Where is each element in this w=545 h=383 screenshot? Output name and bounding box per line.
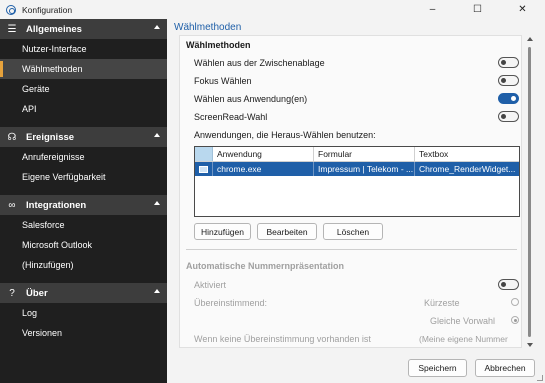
save-button[interactable]: Speichern bbox=[408, 359, 467, 377]
column-header-select[interactable] bbox=[195, 147, 213, 161]
sidebar-item-geraete[interactable]: Geräte bbox=[0, 79, 167, 99]
page-title: Wählmethoden bbox=[174, 22, 242, 33]
sidebar-item-waehlmethoden[interactable]: Wählmethoden bbox=[0, 59, 167, 79]
cancel-button[interactable]: Abbrechen bbox=[475, 359, 535, 377]
option-label-fokus: Fokus Wählen bbox=[194, 76, 252, 86]
option-label-zwischenablage: Wählen aus der Zwischenablage bbox=[194, 58, 325, 68]
option-label-aktiviert: Aktiviert bbox=[194, 280, 227, 290]
window-icon bbox=[199, 165, 208, 173]
cell-textbox: Chrome_RenderWidget... bbox=[419, 164, 516, 174]
scroll-up-icon[interactable] bbox=[527, 37, 533, 41]
cell-app: chrome.exe bbox=[213, 162, 314, 176]
app-gear-icon bbox=[6, 4, 16, 15]
radio-kuerzeste[interactable] bbox=[511, 298, 519, 306]
no-match-label: Wenn keine Übereinstimmung vorhanden ist bbox=[194, 334, 371, 344]
option-label-screenread: ScreenRead-Wahl bbox=[194, 112, 268, 122]
title-bar: Konfiguration – ☐ ✕ bbox=[0, 0, 545, 19]
link-icon: ∞ bbox=[8, 199, 16, 211]
sidebar-item-anrufereignisse[interactable]: Anrufereignisse bbox=[0, 147, 167, 167]
scroll-down-icon[interactable] bbox=[527, 343, 533, 347]
sidebar-item-api[interactable]: API bbox=[0, 99, 167, 119]
sidebar-section-ueber[interactable]: ? Über bbox=[0, 283, 167, 303]
sidebar: ☰ Allgemeines Nutzer-Interface Wählmetho… bbox=[0, 19, 167, 383]
applications-table: Anwendung Formular Textbox chrome.exe Im… bbox=[194, 146, 520, 217]
delete-button[interactable]: Löschen bbox=[323, 223, 383, 240]
sidebar-section-allgemeines[interactable]: ☰ Allgemeines bbox=[0, 19, 167, 39]
no-match-select[interactable]: (Meine eigene Nummer bbox=[419, 334, 508, 347]
settings-panel: Wählmethoden Wählen aus der Zwischenabla… bbox=[179, 35, 522, 348]
sidebar-item-log[interactable]: Log bbox=[0, 303, 167, 323]
table-row[interactable]: chrome.exe Impressum | Telekom - ... Chr… bbox=[195, 162, 519, 176]
apps-label: Anwendungen, die Heraus-Wählen benutzen: bbox=[194, 130, 376, 140]
radio-label-gleiche-vorwahl: Gleiche Vorwahl bbox=[430, 316, 496, 326]
question-icon: ? bbox=[9, 287, 15, 299]
hamburger-icon: ☰ bbox=[7, 23, 17, 35]
close-button[interactable]: ✕ bbox=[500, 0, 545, 19]
toggle-zwischenablage[interactable] bbox=[498, 57, 519, 68]
sidebar-section-ereignisse[interactable]: ☊ Ereignisse bbox=[0, 127, 167, 147]
window-title: Konfiguration bbox=[22, 4, 73, 15]
add-button[interactable]: Hinzufügen bbox=[194, 223, 251, 240]
group-title-nummernpraesentation: Automatische Nummernpräsentation bbox=[186, 261, 345, 271]
sidebar-item-eigene-verfuegbarkeit[interactable]: Eigene Verfügbarkeit bbox=[0, 167, 167, 187]
section-label: Integrationen bbox=[26, 199, 87, 211]
column-header-formular[interactable]: Formular bbox=[314, 147, 415, 161]
chevron-up-icon[interactable] bbox=[154, 289, 160, 293]
toggle-screenread[interactable] bbox=[498, 111, 519, 122]
minimize-button[interactable]: – bbox=[410, 0, 455, 19]
resize-grip-icon[interactable] bbox=[537, 375, 543, 381]
scroll-thumb[interactable] bbox=[528, 47, 531, 337]
chevron-up-icon[interactable] bbox=[154, 133, 160, 137]
sidebar-item-versionen[interactable]: Versionen bbox=[0, 323, 167, 343]
sidebar-item-salesforce[interactable]: Salesforce bbox=[0, 215, 167, 235]
sidebar-item-nutzer-interface[interactable]: Nutzer-Interface bbox=[0, 39, 167, 59]
toggle-fokus[interactable] bbox=[498, 75, 519, 86]
section-label: Allgemeines bbox=[26, 23, 82, 35]
option-label-anwendung: Wählen aus Anwendung(en) bbox=[194, 94, 308, 104]
sidebar-item-microsoft-outlook[interactable]: Microsoft Outlook bbox=[0, 235, 167, 255]
column-header-anwendung[interactable]: Anwendung bbox=[213, 147, 314, 161]
toggle-aktiviert[interactable] bbox=[498, 279, 519, 290]
toggle-anwendung[interactable] bbox=[498, 93, 519, 104]
config-window: Konfiguration – ☐ ✕ ☰ Allgemeines Nutzer… bbox=[0, 0, 545, 383]
match-label: Übereinstimmend: bbox=[194, 298, 268, 308]
group-title-waehlmethoden: Wählmethoden bbox=[186, 40, 251, 50]
chevron-up-icon[interactable] bbox=[154, 201, 160, 205]
section-label: Ereignisse bbox=[26, 131, 75, 143]
divider bbox=[186, 249, 517, 250]
maximize-button[interactable]: ☐ bbox=[455, 0, 500, 19]
table-header: Anwendung Formular Textbox bbox=[195, 147, 519, 162]
scrollbar[interactable] bbox=[527, 37, 533, 347]
radio-label-kuerzeste: Kürzeste bbox=[424, 298, 460, 308]
sidebar-section-integrationen[interactable]: ∞ Integrationen bbox=[0, 195, 167, 215]
column-header-textbox[interactable]: Textbox bbox=[415, 147, 519, 161]
section-label: Über bbox=[26, 287, 48, 299]
main-content: Wählmethoden Wählmethoden Wählen aus der… bbox=[167, 19, 545, 383]
chevron-up-icon[interactable] bbox=[154, 25, 160, 29]
cell-form: Impressum | Telekom - ... bbox=[314, 162, 415, 176]
headset-icon: ☊ bbox=[7, 131, 17, 143]
window-controls: – ☐ ✕ bbox=[410, 0, 545, 19]
edit-button[interactable]: Bearbeiten bbox=[257, 223, 317, 240]
radio-gleiche-vorwahl[interactable] bbox=[511, 316, 519, 324]
sidebar-item-hinzufuegen[interactable]: (Hinzufügen) bbox=[0, 255, 167, 275]
